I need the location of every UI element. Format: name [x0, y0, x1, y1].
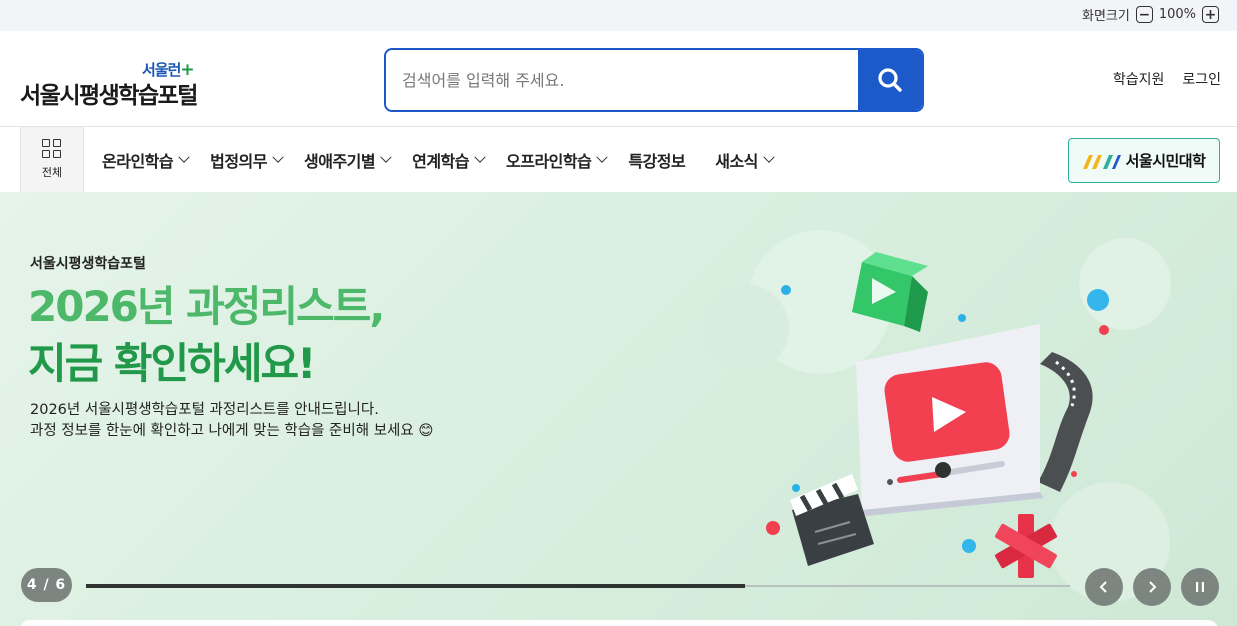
chevron-down-icon [380, 151, 392, 163]
citizen-university-button[interactable]: 서울시민대학 [1068, 138, 1220, 183]
login-link[interactable]: 로그인 [1182, 69, 1221, 89]
site-header: 서울런+ 서울시평생학습포털 학습지원 로그인 [0, 31, 1237, 127]
main-navigation: 전체 온라인학습 법정의무 생애주기별 연계학습 오프라인학습 특강정보 새소식… [0, 127, 1237, 192]
next-slide-button[interactable] [1133, 568, 1171, 606]
chevron-down-icon [474, 151, 486, 163]
prev-slide-button[interactable] [1085, 568, 1123, 606]
hero-desc-line1: 2026년 서울시평생학습포털 과정리스트를 안내드립니다. [30, 402, 379, 418]
all-menu-label: 전체 [41, 166, 63, 179]
content-card-top [20, 620, 1218, 626]
asterisk-icon [995, 514, 1057, 578]
pause-slide-button[interactable] [1181, 568, 1219, 606]
search-icon [878, 68, 902, 92]
all-menu-button[interactable]: 전체 [20, 127, 84, 192]
nav-item-legal[interactable]: 법정의무 [210, 148, 284, 172]
zoom-value: 100% [1158, 7, 1196, 22]
video-player-icon [856, 324, 1044, 516]
nav-item-news[interactable]: 새소식 [715, 148, 775, 172]
hero-headline-line2: 지금 확인하세요! [28, 339, 316, 388]
hero-desc-line2: 과정 정보를 한눈에 확인하고 나에게 맞는 학습을 준비해 보세요 😊 [30, 423, 434, 439]
next-icon [1149, 581, 1157, 593]
zoom-control: 화면크기 − 100% + [1082, 5, 1219, 24]
hero-headline-line1: 2026년 과정리스트, [28, 282, 385, 331]
hero-headline: 2026년 과정리스트, 지금 확인하세요! [28, 278, 385, 392]
nav-item-linked[interactable]: 연계학습 [412, 148, 486, 172]
search-box [384, 48, 924, 112]
chevron-down-icon [178, 151, 190, 163]
zoom-out-icon[interactable]: − [1135, 6, 1153, 23]
nav-item-lecture[interactable]: 특강정보 [628, 148, 685, 172]
prev-icon [1099, 581, 1107, 593]
slide-progress-bar [86, 584, 1070, 588]
nav-item-offline[interactable]: 오프라인학습 [506, 148, 608, 172]
search-button[interactable] [858, 50, 922, 110]
citizen-logo-icon [1082, 154, 1121, 169]
site-logo[interactable]: 서울런+ 서울시평생학습포털 [20, 59, 210, 109]
zoom-in-icon[interactable]: + [1202, 6, 1219, 23]
search-input[interactable] [386, 50, 860, 110]
hero-eyebrow: 서울시평생학습포털 [30, 256, 146, 272]
zoom-label: 화면크기 [1081, 9, 1130, 24]
nav-item-lifecycle[interactable]: 생애주기별 [304, 148, 392, 172]
pause-icon [1196, 582, 1204, 592]
nav-item-online[interactable]: 온라인학습 [102, 148, 190, 172]
learning-support-link[interactable]: 학습지원 [1113, 69, 1165, 89]
film-strip-icon [1038, 352, 1093, 492]
hero-banner: 서울시평생학습포털 2026년 과정리스트, 지금 확인하세요! 2026년 서… [0, 192, 1237, 626]
slide-progress-fill [86, 584, 746, 588]
grid-menu-icon [42, 139, 62, 159]
hero-description: 2026년 서울시평생학습포털 과정리스트를 안내드립니다. 과정 정보를 한눈… [30, 400, 433, 442]
slide-counter: 4 / 6 [21, 568, 72, 602]
chevron-down-icon [763, 151, 775, 163]
chevron-down-icon [596, 151, 608, 163]
nav-list: 온라인학습 법정의무 생애주기별 연계학습 오프라인학습 특강정보 새소식 [102, 127, 795, 192]
logo-main: 서울시평생학습포털 [20, 83, 198, 109]
header-links: 학습지원 로그인 [1113, 69, 1221, 89]
chevron-down-icon [272, 151, 284, 163]
utility-bar: 화면크기 − 100% + [0, 0, 1237, 31]
